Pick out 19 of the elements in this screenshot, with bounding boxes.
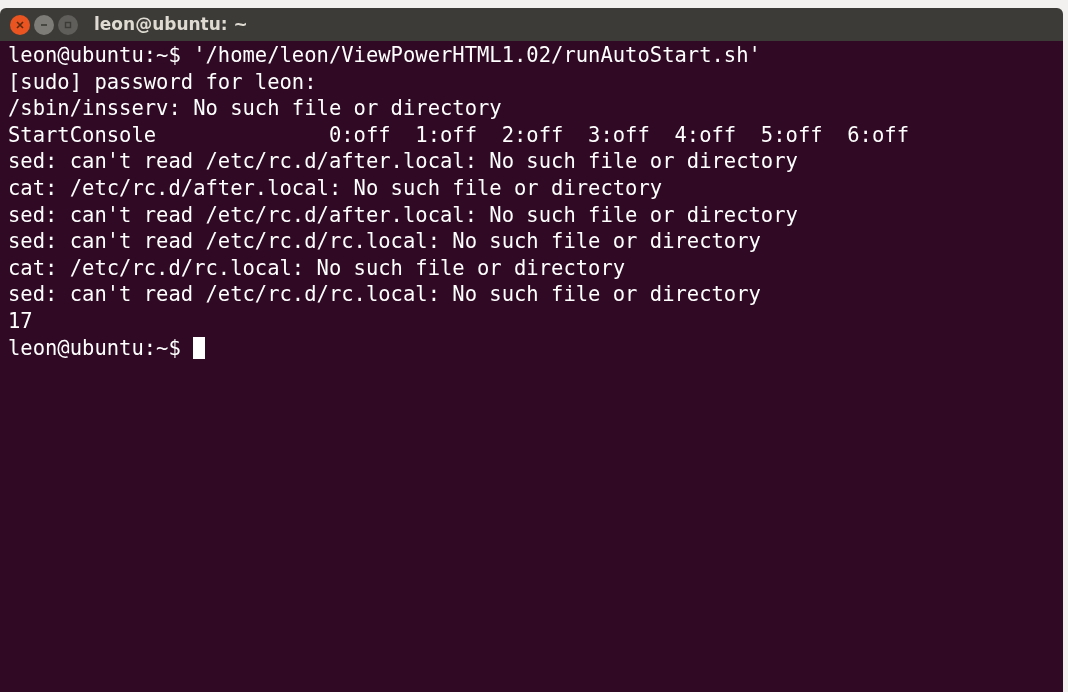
text-cursor bbox=[192, 336, 205, 359]
maximize-button[interactable] bbox=[58, 14, 78, 35]
window-title: leon@ubuntu: ~ bbox=[94, 12, 248, 36]
terminal-line: [sudo] password for leon: bbox=[8, 68, 317, 96]
minimize-button[interactable] bbox=[34, 14, 54, 35]
terminal-line: sed: can't read /etc/rc.d/rc.local: No such file or directory bbox=[8, 228, 761, 255]
close-icon bbox=[15, 19, 25, 30]
terminal-line: 17 bbox=[8, 307, 33, 335]
maximize-icon bbox=[63, 19, 73, 30]
terminal-line: sed: can't read /etc/rc.d/rc.local: No such file or directory bbox=[8, 281, 761, 308]
prompt: leon@ubuntu:~$ bbox=[8, 334, 181, 362]
terminal-line: sed: can't read /etc/rc.d/after.local: No such file or directory bbox=[8, 201, 798, 229]
terminal-line: StartConsole 0:off 1:off 2:off 3:off 4:off 5:off 6:off bbox=[8, 121, 909, 149]
terminal-line: /sbin/insserv: No such file or directory bbox=[8, 95, 502, 122]
terminal-line: sed: can't read /etc/rc.d/after.local: No such file or directory bbox=[8, 148, 798, 175]
close-button[interactable] bbox=[10, 14, 30, 35]
terminal-line: cat: /etc/rc.d/after.local: No such file or directory bbox=[8, 174, 663, 202]
terminal-line: cat: /etc/rc.d/rc.local: No such file or directory bbox=[8, 254, 626, 282]
terminal-line: leon@ubuntu:~$ '/home/leon/ViewPowerHTML1.02/runAutoStart.sh' bbox=[8, 42, 761, 69]
